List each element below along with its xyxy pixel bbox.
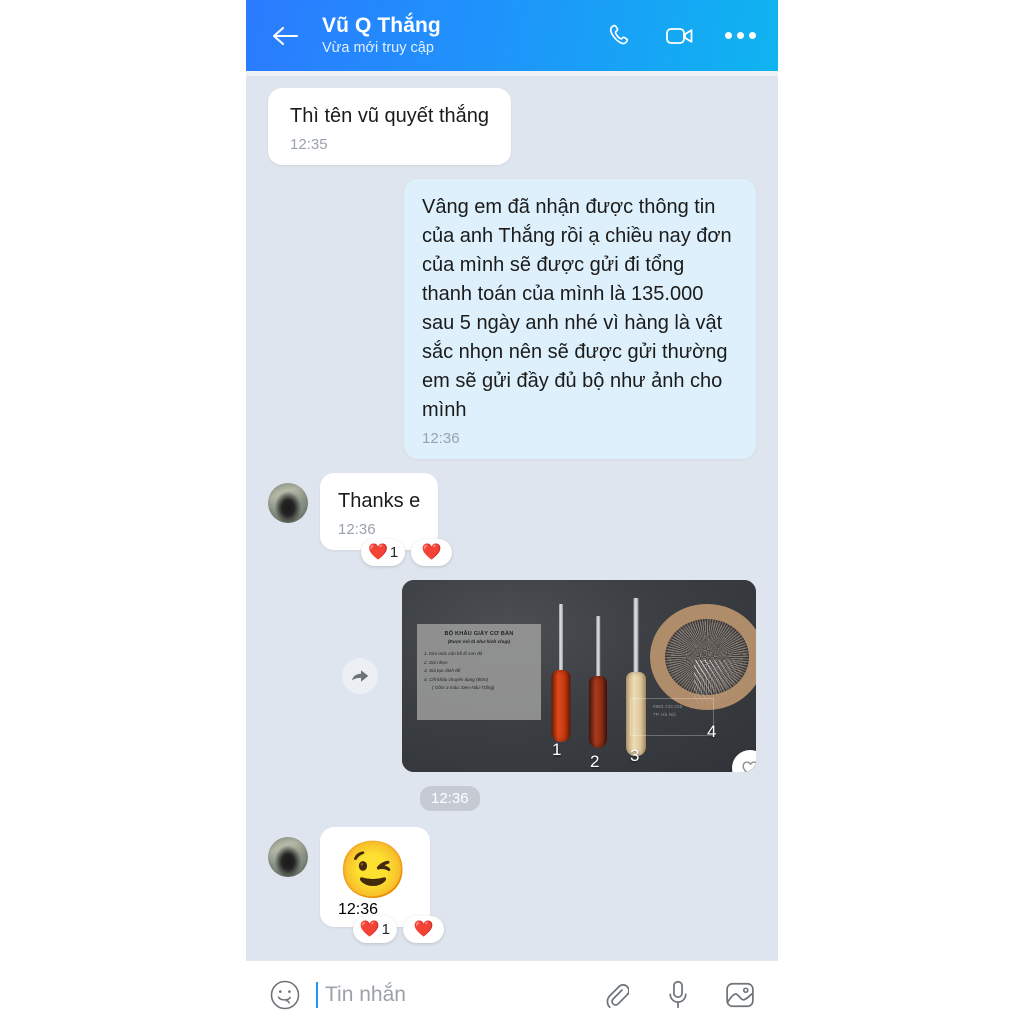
message-wrapper: 😉 12:36 ❤️ 1 ❤️ (320, 827, 444, 943)
text-cursor (316, 982, 318, 1008)
message-row-incoming: Thì tên vũ quyết thắng 12:35 (268, 88, 756, 165)
phone-icon (609, 24, 628, 45)
message-time: 12:35 (290, 136, 328, 153)
photo-caption-item: 4. Chỉ khâu chuyên dụng (80m) (424, 676, 489, 682)
image-message-time: 12:36 (420, 786, 480, 811)
photo-caption-item: 2. Dùi nhọn (424, 659, 448, 665)
heart-emoji-icon: ❤️ (421, 543, 442, 561)
photo-caption-item: 3. Sủi tạo rãnh đế (424, 668, 461, 674)
emoji-content: 😉 (338, 838, 408, 901)
photo-caption-title: BỘ KHÂU GIÀY CƠ BẢN (444, 631, 514, 637)
heart-emoji-icon: ❤️ (368, 543, 388, 561)
reaction-list: ❤️ 1 ❤️ (361, 539, 453, 566)
image-message[interactable]: BỘ KHÂU GIÀY CƠ BẢN (Được mô tả như hình… (402, 580, 756, 772)
heart-emoji-icon: ❤️ (413, 920, 434, 938)
forward-arrow-icon (352, 670, 369, 682)
message-bubble[interactable]: 😉 12:36 (320, 827, 430, 927)
back-button[interactable] (268, 19, 302, 53)
reaction-pill[interactable]: ❤️ 1 (352, 916, 397, 943)
tool-pointed-awl (582, 616, 614, 756)
reaction-pill[interactable]: ❤️ (411, 539, 453, 566)
message-wrapper: Vâng em đã nhận được thông tin của anh T… (404, 179, 756, 459)
more-options-icon (724, 32, 756, 39)
chat-header: Vũ Q Thắng Vừa mới truy cập (246, 0, 778, 71)
contact-name: Vũ Q Thắng (322, 14, 441, 37)
chat-screen: Vũ Q Thắng Vừa mới truy cập Thì tên vũ q… (246, 0, 778, 1024)
message-list[interactable]: Thì tên vũ quyết thắng 12:35 Vâng em đã … (246, 76, 778, 960)
heart-emoji-icon: ❤️ (359, 920, 380, 938)
message-time: 12:36 (422, 430, 460, 447)
voice-record-button[interactable] (662, 979, 694, 1011)
message-text: Thì tên vũ quyết thắng (290, 105, 490, 127)
message-row-outgoing-image: BỘ KHÂU GIÀY CƠ BẢN (Được mô tả như hình… (268, 580, 756, 772)
header-actions (604, 20, 762, 52)
gallery-button[interactable] (724, 979, 756, 1011)
message-row-outgoing: Vâng em đã nhận được thông tin của anh T… (268, 179, 756, 459)
contact-status: Vừa mới truy cập (322, 40, 434, 56)
message-row-incoming: Thanks e 12:36 ❤️ 1 ❤️ (268, 473, 756, 566)
message-bubble[interactable]: Vâng em đã nhận được thông tin của anh T… (404, 179, 756, 459)
photo-watermark: 0963.743.315 TP. Hà Nội (630, 698, 714, 736)
message-wrapper: Thì tên vũ quyết thắng 12:35 (268, 88, 512, 165)
header-titles[interactable]: Vũ Q Thắng Vừa mới truy cập (322, 13, 604, 58)
forward-button[interactable] (342, 658, 378, 694)
message-time: 12:36 (338, 521, 376, 538)
avatar[interactable] (268, 483, 308, 523)
message-bubble[interactable]: Thì tên vũ quyết thắng 12:35 (268, 88, 512, 165)
message-text: Thanks e (338, 490, 421, 512)
reaction-pill[interactable]: ❤️ (403, 916, 444, 943)
back-arrow-icon (272, 26, 299, 45)
image-time-row: 12:36 (268, 786, 756, 811)
image-gallery-icon (726, 982, 754, 1008)
photo-caption-panel: BỘ KHÂU GIÀY CƠ BẢN (Được mô tả như hình… (417, 624, 541, 720)
tool-hook-awl (544, 604, 578, 744)
smiley-face-icon (270, 980, 300, 1010)
reaction-list: ❤️ 1 ❤️ (352, 916, 444, 943)
tool-label-2: 2 (590, 752, 600, 771)
avatar[interactable] (268, 837, 308, 877)
more-options-button[interactable] (724, 20, 756, 52)
message-wrapper: Thanks e 12:36 ❤️ 1 ❤️ (320, 473, 453, 566)
video-call-button[interactable] (664, 20, 696, 52)
reaction-count: 1 (389, 544, 399, 561)
paperclip-icon (606, 984, 629, 1009)
message-row-incoming: 😉 12:36 ❤️ 1 ❤️ (268, 827, 756, 943)
message-input-bar: Tin nhắn (246, 960, 778, 1024)
heart-outline-icon (741, 760, 756, 772)
microphone-icon (669, 980, 687, 1009)
tool-thread-coil (644, 598, 756, 710)
tool-label-3: 3 (630, 746, 640, 765)
tool-label-1: 1 (552, 740, 562, 759)
photo-caption-subtitle: (Được mô tả như hình chụp) (447, 639, 511, 644)
watermark-line: 0963.743.315 (653, 704, 683, 709)
emoji-picker-button[interactable] (268, 978, 302, 1012)
screenshot-canvas: Vũ Q Thắng Vừa mới truy cập Thì tên vũ q… (0, 0, 1024, 1024)
input-actions (600, 979, 756, 1011)
message-input[interactable]: Tin nhắn (325, 982, 600, 1008)
voice-call-button[interactable] (604, 20, 636, 52)
watermark-line: TP. Hà Nội (653, 712, 676, 717)
reaction-pill[interactable]: ❤️ 1 (361, 539, 406, 566)
photo-caption-item: ( Gồm 3 màu: Đen-Nâu-Trắng) (432, 685, 495, 691)
photo-caption-item: 1. Kim móc cán hồ lô sơn đỏ (424, 651, 483, 656)
attach-file-button[interactable] (600, 979, 632, 1011)
message-text: Vâng em đã nhận được thông tin của anh T… (422, 196, 738, 421)
reaction-count: 1 (381, 921, 390, 938)
video-camera-icon (666, 27, 693, 44)
